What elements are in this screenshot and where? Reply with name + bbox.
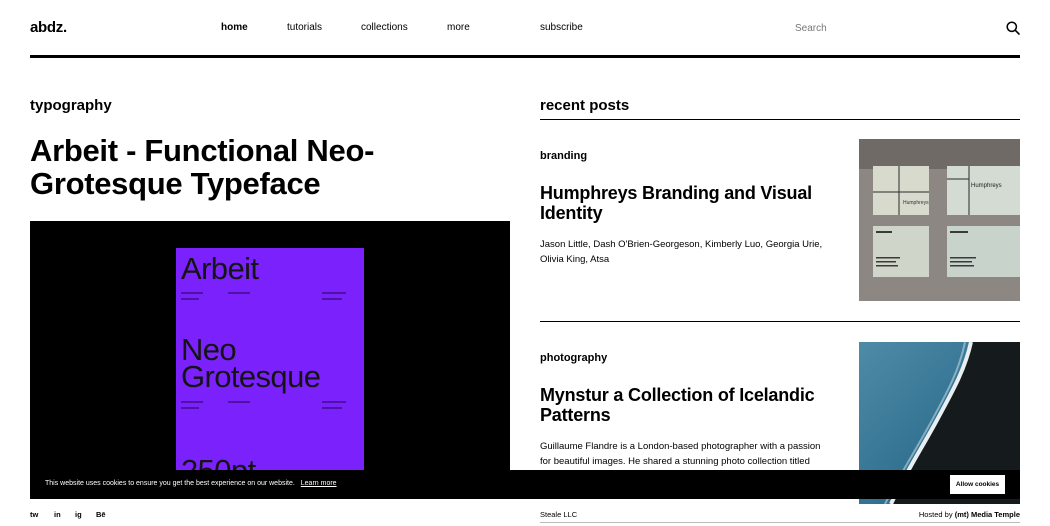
poster-word-grotesque: Grotesque — [181, 359, 321, 394]
poster-word-arbeit: Arbeit — [181, 251, 259, 286]
footer-behance-link[interactable]: Bē — [96, 510, 106, 519]
nav-collections[interactable]: collections — [361, 22, 408, 33]
nav-more[interactable]: more — [447, 22, 470, 33]
divider — [540, 321, 1020, 322]
cookie-consent-bar: This website uses cookies to ensure you … — [30, 470, 1020, 499]
business-card-illustration — [859, 139, 1020, 301]
post-category-branding[interactable]: branding — [540, 150, 587, 162]
footer-company: Steale LLC — [540, 510, 578, 519]
post-thumbnail-humphreys[interactable]: Humphreys Humphreys — [859, 139, 1020, 301]
divider — [540, 522, 1020, 523]
thumb-brand-label: Humphreys — [971, 183, 1002, 189]
footer-linkedin-link[interactable]: in — [54, 510, 61, 519]
thumb-card-label: Humphreys — [903, 200, 929, 206]
feature-category[interactable]: typography — [30, 97, 112, 114]
media-temple-link[interactable]: (mt) Media Temple — [955, 510, 1020, 519]
nav-subscribe[interactable]: subscribe — [540, 22, 583, 33]
site-logo[interactable]: abdz. — [30, 19, 67, 36]
allow-cookies-button[interactable]: Allow cookies — [950, 475, 1005, 494]
search-icon[interactable] — [1006, 21, 1020, 35]
recent-posts-title: recent posts — [540, 97, 630, 114]
feature-title[interactable]: Arbeit - Functional Neo-Grotesque Typefa… — [30, 134, 390, 200]
nav-home[interactable]: home — [221, 22, 248, 33]
post-authors: Jason Little, Dash O'Brien-Georgeson, Ki… — [540, 239, 823, 265]
typeface-poster: Arbeit Neo Grotesque 250pt — [176, 248, 364, 483]
learn-more-link[interactable]: Learn more — [301, 480, 337, 487]
nav-tutorials[interactable]: tutorials — [287, 22, 322, 33]
feature-image[interactable]: Arbeit Neo Grotesque 250pt — [30, 221, 510, 483]
divider — [540, 119, 1020, 120]
search-input[interactable] — [795, 20, 995, 36]
footer-twitter-link[interactable]: tw — [30, 510, 38, 519]
footer-instagram-link[interactable]: ig — [75, 510, 82, 519]
post-category-photography[interactable]: photography — [540, 352, 607, 364]
footer-hosted-by: Hosted by (mt) Media Temple — [918, 510, 1020, 519]
cookie-message: This website uses cookies to ensure you … — [45, 480, 337, 487]
post-title-humphreys[interactable]: Humphreys Branding and Visual Identity — [540, 183, 830, 223]
site-header: abdz. home tutorials collections more su… — [30, 0, 1020, 58]
post-title-mynstur[interactable]: Mynstur a Collection of Icelandic Patter… — [540, 385, 830, 425]
